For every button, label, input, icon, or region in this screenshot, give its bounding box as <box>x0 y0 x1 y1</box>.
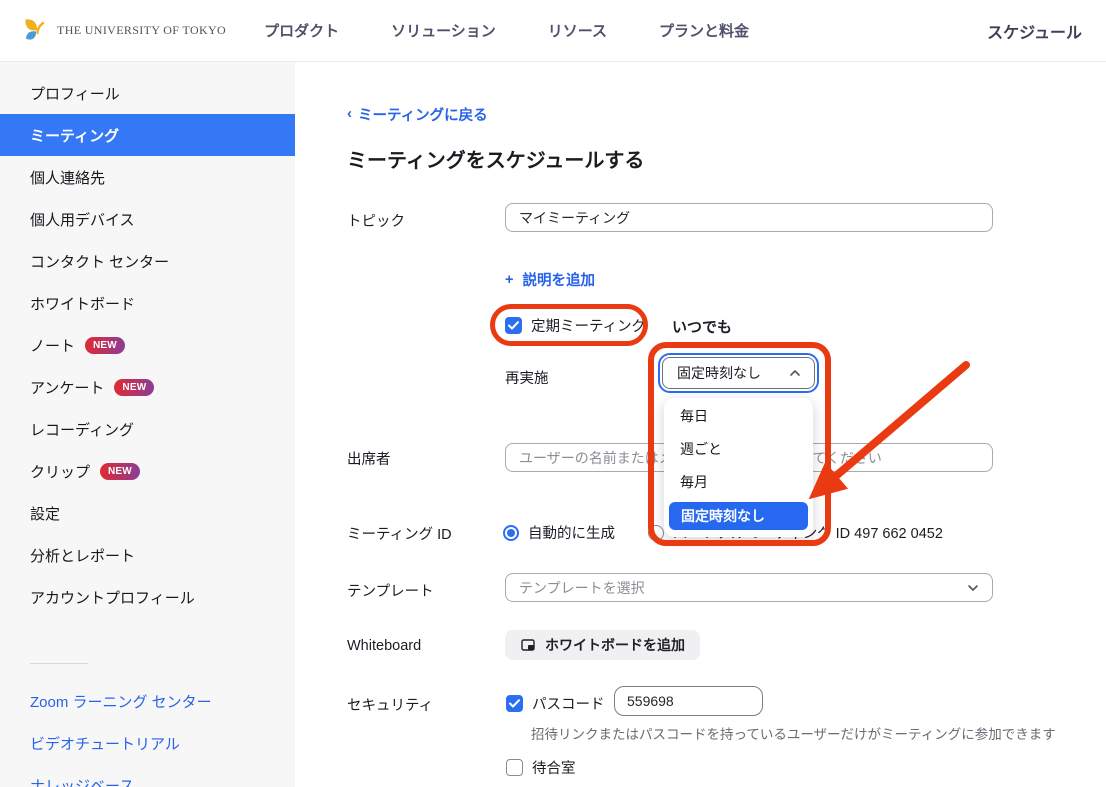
new-badge: NEW <box>100 463 140 480</box>
meeting-id-label: ミーティング ID <box>347 523 452 544</box>
waiting-room-checkbox[interactable]: 待合室 <box>506 757 576 778</box>
sidebar-item-contact-center[interactable]: コンタクト センター <box>0 240 295 282</box>
sidebar: プロフィール ミーティング 個人連絡先 個人用デバイス コンタクト センター ホ… <box>0 62 295 787</box>
whiteboard-icon <box>520 637 536 653</box>
sidebar-item-personal-contacts[interactable]: 個人連絡先 <box>0 156 295 198</box>
nav-solutions[interactable]: ソリューション <box>391 20 496 41</box>
back-chevron-icon: ‹ <box>347 105 352 122</box>
back-to-meetings-link[interactable]: ‹ ミーティングに戻る <box>347 104 488 125</box>
menu-option-weekly[interactable]: 週ごと <box>664 433 813 466</box>
recurrence-select[interactable]: 固定時刻なし <box>662 357 815 389</box>
page-title: ミーティングをスケジュールする <box>347 144 644 173</box>
logo-text: THE UNIVERSITY OF TOKYO <box>57 23 226 38</box>
main-content: ‹ ミーティングに戻る ミーティングをスケジュールする トピック + 説明を追加… <box>295 62 1106 787</box>
sidebar-item-recordings[interactable]: レコーディング <box>0 408 295 450</box>
recurrence-label: 再実施 <box>505 367 549 388</box>
add-whiteboard-button[interactable]: ホワイトボードを追加 <box>505 630 700 660</box>
sidebar-item-meetings[interactable]: ミーティング <box>0 114 295 156</box>
sidebar-item-settings[interactable]: 設定 <box>0 492 295 534</box>
utokyo-ginkgo-icon <box>22 17 50 45</box>
recurrence-selected-value: 固定時刻なし <box>677 363 788 383</box>
sidebar-item-reports[interactable]: 分析とレポート <box>0 534 295 576</box>
plus-icon: + <box>505 272 513 288</box>
sidebar-link-knowledge-base[interactable]: ナレッジベース <box>0 764 295 787</box>
whiteboard-label: Whiteboard <box>347 638 421 654</box>
checkbox-checked-icon[interactable] <box>505 317 522 334</box>
new-badge: NEW <box>85 337 125 354</box>
topic-label: トピック <box>347 210 405 231</box>
recurring-meeting-checkbox[interactable]: 定期ミーティング <box>505 315 646 336</box>
security-label: セキュリティ <box>347 694 433 715</box>
template-label: テンプレート <box>347 580 434 601</box>
nav-plans-pricing[interactable]: プランと料金 <box>659 20 749 41</box>
chevron-up-icon <box>788 366 802 380</box>
sidebar-item-profile[interactable]: プロフィール <box>0 72 295 114</box>
top-header: THE UNIVERSITY OF TOKYO プロダクト ソリューション リソ… <box>0 0 1106 62</box>
add-description-link[interactable]: + 説明を追加 <box>505 269 595 290</box>
sidebar-divider <box>30 663 88 664</box>
sidebar-item-whiteboard[interactable]: ホワイトボード <box>0 282 295 324</box>
radio-selected-icon[interactable] <box>503 525 519 541</box>
sidebar-item-surveys[interactable]: アンケートNEW <box>0 366 295 408</box>
main-nav: プロダクト ソリューション リソース プランと料金 <box>264 20 749 41</box>
utokyo-logo[interactable]: THE UNIVERSITY OF TOKYO <box>22 17 226 45</box>
sidebar-link-video-tutorials[interactable]: ビデオチュートリアル <box>0 722 295 764</box>
sidebar-link-learning-center[interactable]: Zoom ラーニング センター <box>0 680 295 722</box>
radio-unselected-icon[interactable] <box>648 525 664 541</box>
passcode-help-text: 招待リンクまたはパスコードを持っているユーザーだけがミーティングに参加できます <box>531 723 1056 743</box>
zoom-schedule-page: THE UNIVERSITY OF TOKYO プロダクト ソリューション リソ… <box>0 0 1106 787</box>
passcode-input[interactable] <box>614 686 763 716</box>
menu-option-monthly[interactable]: 毎月 <box>664 466 813 499</box>
new-badge: NEW <box>114 379 154 396</box>
recurrence-dropdown-menu: 毎日 週ごと 毎月 固定時刻なし <box>664 398 813 537</box>
sidebar-item-account-profile[interactable]: アカウントプロフィール <box>0 576 295 618</box>
sidebar-item-clips[interactable]: クリップNEW <box>0 450 295 492</box>
chevron-down-icon <box>966 581 980 595</box>
checkbox-unchecked-icon[interactable] <box>506 759 523 776</box>
meeting-id-auto-radio[interactable]: 自動的に生成 <box>503 522 615 543</box>
nav-products[interactable]: プロダクト <box>264 20 339 41</box>
template-select[interactable]: テンプレートを選択 <box>505 573 993 602</box>
attendees-label: 出席者 <box>347 448 391 469</box>
nav-resources[interactable]: リソース <box>548 20 607 41</box>
anytime-text: いつでも <box>672 316 732 337</box>
sidebar-item-personal-devices[interactable]: 個人用デバイス <box>0 198 295 240</box>
template-placeholder: テンプレートを選択 <box>519 578 966 598</box>
checkbox-checked-icon[interactable] <box>506 695 523 712</box>
sidebar-item-notes[interactable]: ノートNEW <box>0 324 295 366</box>
schedule-link[interactable]: スケジュール <box>987 19 1082 43</box>
topic-input[interactable] <box>505 203 993 232</box>
menu-option-daily[interactable]: 毎日 <box>664 400 813 433</box>
passcode-checkbox[interactable]: パスコード <box>506 693 605 714</box>
menu-option-no-fixed-time[interactable]: 固定時刻なし <box>669 502 808 530</box>
